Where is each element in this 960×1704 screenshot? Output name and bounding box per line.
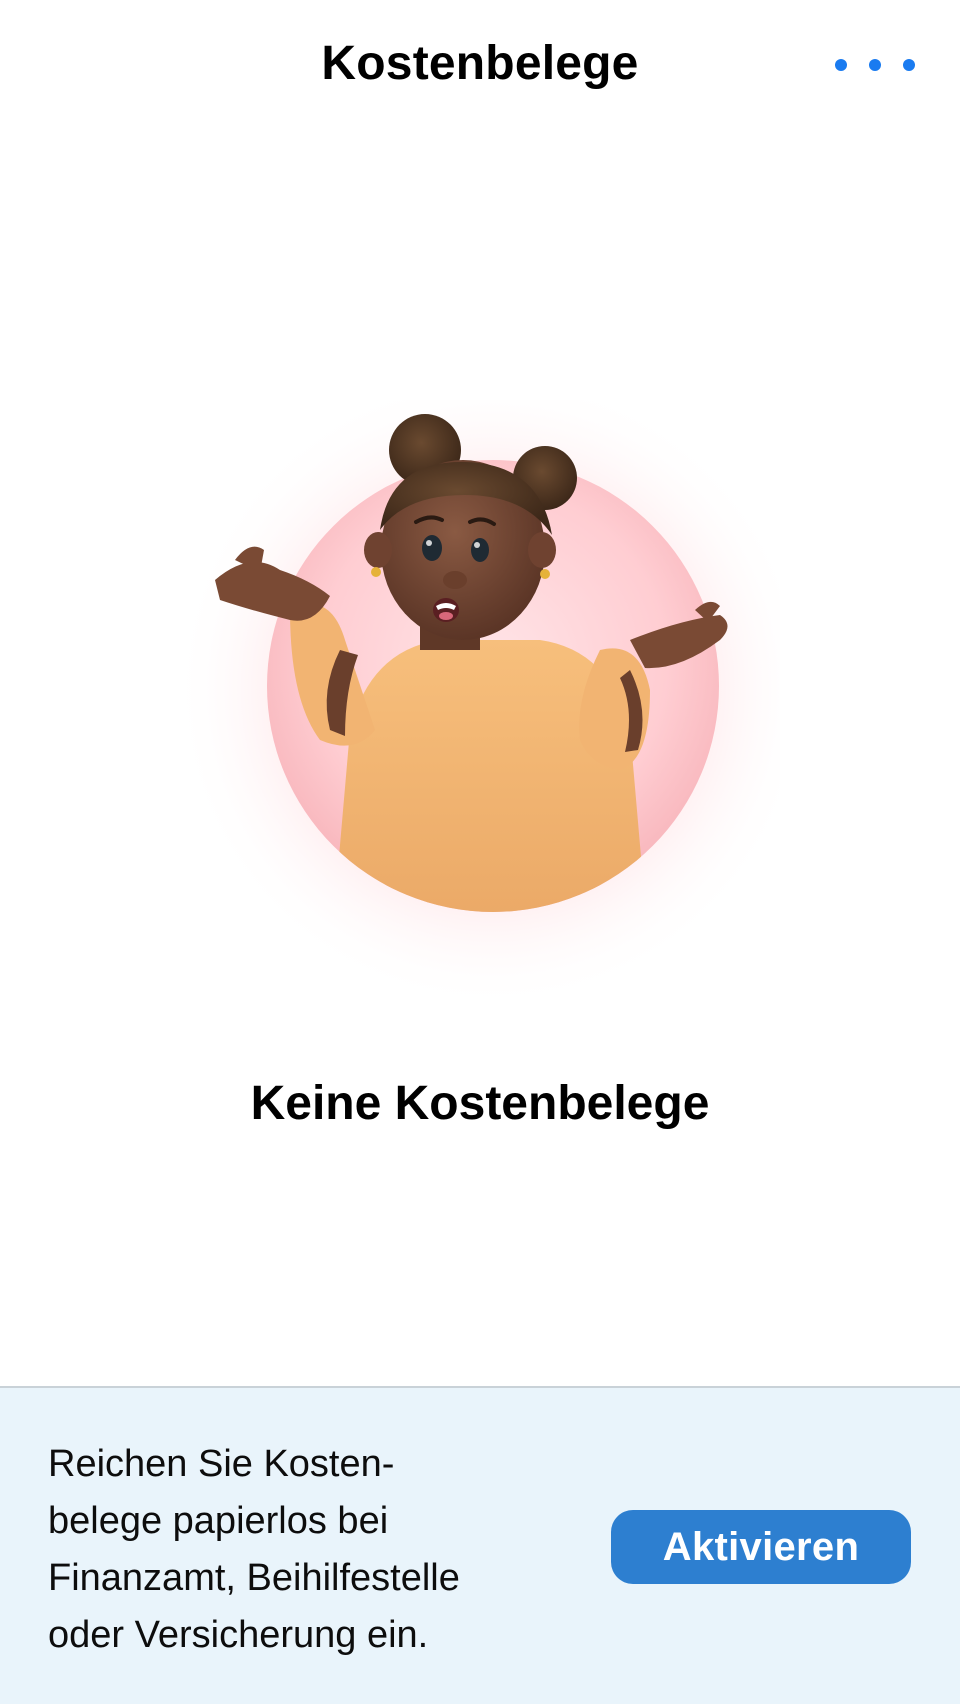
activate-button[interactable]: Aktivieren bbox=[611, 1510, 911, 1584]
ellipsis-icon bbox=[835, 59, 847, 71]
banner-text-line: Finanzamt, Beihilfestelle bbox=[48, 1557, 460, 1599]
shrugging-person-illustration bbox=[180, 400, 780, 1010]
activation-banner: Reichen Sie Kosten- belege papierlos bei… bbox=[0, 1386, 960, 1704]
more-options-button[interactable] bbox=[835, 45, 915, 85]
empty-state-title: Keine Kostenbelege bbox=[250, 1077, 710, 1130]
banner-text-line: oder Versicherung ein. bbox=[48, 1614, 429, 1656]
page-title: Kostenbelege bbox=[321, 37, 639, 90]
banner-text-line: belege papierlos bei bbox=[48, 1500, 389, 1542]
banner-text-line: Reichen Sie Kosten- bbox=[48, 1443, 395, 1485]
ellipsis-icon bbox=[903, 59, 915, 71]
navigation-bar: Kostenbelege bbox=[0, 0, 960, 130]
ellipsis-icon bbox=[869, 59, 881, 71]
banner-description: Reichen Sie Kosten- belege papierlos bei… bbox=[48, 1436, 568, 1664]
